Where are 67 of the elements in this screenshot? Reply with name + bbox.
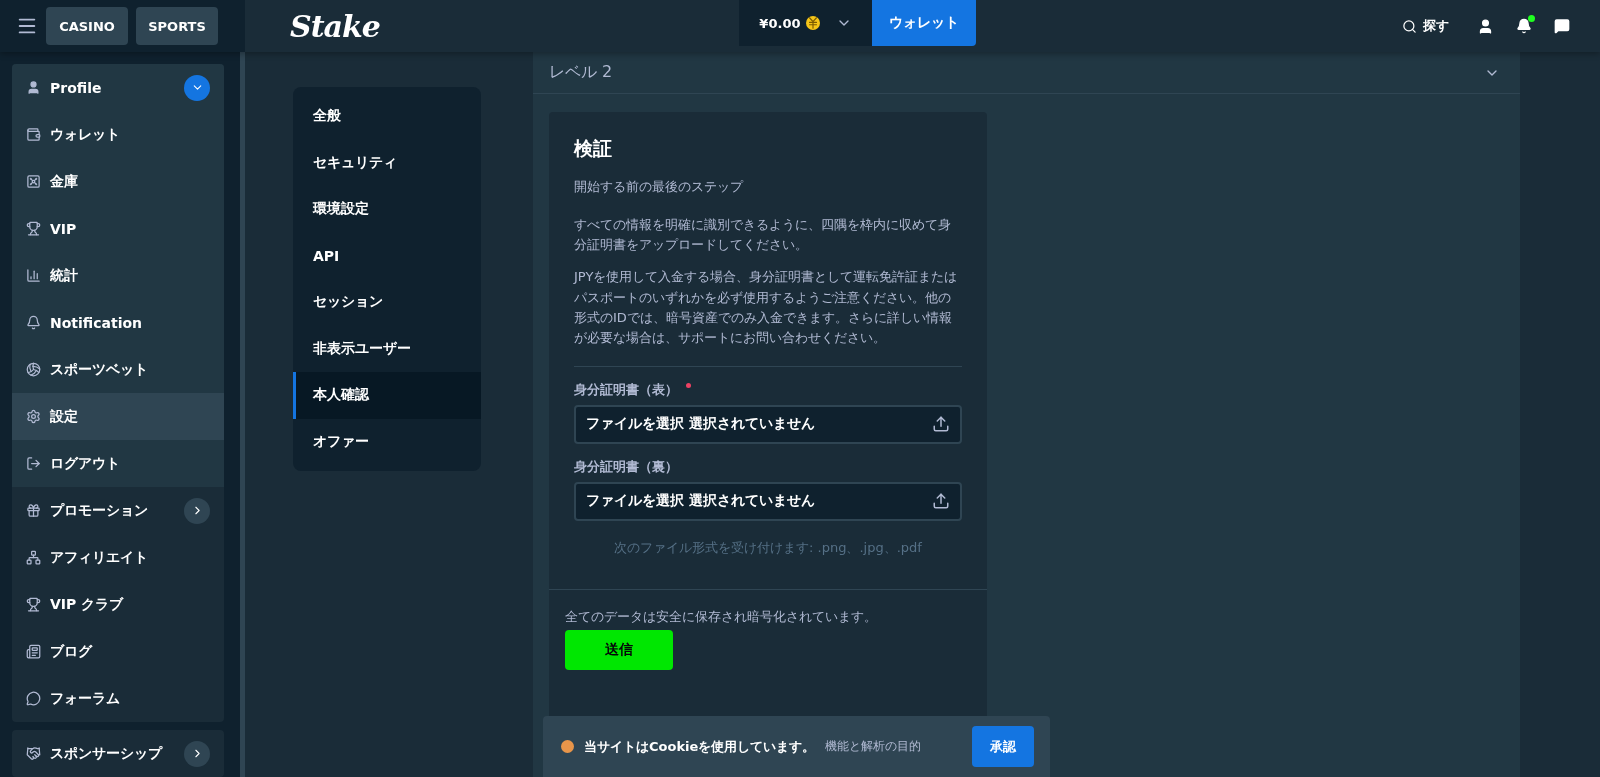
chat-bubble-icon	[26, 691, 41, 706]
wallet-icon	[26, 127, 41, 142]
category-tab[interactable]: CASINO	[46, 7, 128, 45]
settings-nav-item[interactable]: 本人確認	[293, 372, 481, 419]
cookie-icon	[561, 740, 574, 753]
sidebar-item[interactable]: ブログ	[12, 628, 224, 675]
trophy-icon	[26, 221, 41, 236]
accept-button[interactable]: 承認	[972, 726, 1034, 767]
settings-icon	[26, 409, 41, 424]
bar-chart-icon	[26, 268, 41, 283]
yen-coin-icon	[806, 16, 821, 30]
newspaper-icon	[26, 644, 41, 659]
gift-icon	[26, 503, 41, 518]
settings-nav-item[interactable]: 非表示ユーザー	[293, 325, 481, 372]
submit-button[interactable]: 送信	[565, 630, 673, 670]
sidebar-item[interactable]: ログアウト	[12, 440, 224, 487]
sidebar-item[interactable]: スポンサーシップ	[12, 730, 224, 777]
upload-icon	[932, 415, 950, 434]
sidebar-item[interactable]: VIP	[12, 205, 224, 252]
sidebar-item[interactable]: アフィリエイト	[12, 534, 224, 581]
settings-nav-item[interactable]: 環境設定	[293, 186, 481, 233]
search-button[interactable]: 探す	[1396, 16, 1455, 36]
sidebar-item[interactable]: 設定	[12, 393, 224, 440]
sidebar-item[interactable]: フォーラム	[12, 675, 224, 722]
settings-nav-item[interactable]: セッション	[293, 279, 481, 326]
sidebar-item[interactable]: Notification	[12, 299, 224, 346]
sidebar-item[interactable]: VIP クラブ	[12, 581, 224, 628]
card-title: 検証	[574, 136, 613, 161]
sidebar-item[interactable]: ウォレット	[12, 111, 224, 158]
logo[interactable]: Stake	[290, 8, 380, 44]
search-icon	[1402, 18, 1417, 34]
subtitle: 開始する前の最後のステップ	[574, 178, 745, 196]
settings-nav-item[interactable]: セキュリティ	[293, 139, 481, 186]
field-label: 身分証明書（裏）	[574, 458, 678, 476]
chat-icon[interactable]	[1554, 18, 1570, 34]
settings-nav-item[interactable]: API	[293, 232, 481, 279]
security-note: 全てのデータは安全に保存され暗号化されています。	[565, 608, 878, 626]
cookie-message: 当サイトはCookieを使用しています。	[584, 737, 816, 756]
sidebar-item[interactable]: 統計	[12, 252, 224, 299]
bell-icon	[26, 315, 41, 330]
wallet-button[interactable]: ウォレット	[872, 0, 977, 46]
handshake-icon	[26, 746, 41, 761]
cookie-detail: 機能と解析の目的	[825, 738, 923, 755]
trophy-icon	[26, 597, 41, 612]
field-label: 身分証明書（表）	[574, 381, 678, 399]
file-input[interactable]: ファイルを選択 選択されていません	[574, 482, 962, 521]
format-note: 次のファイル形式を受け付けます: .png、.jpg、.pdf	[613, 539, 923, 557]
category-tab[interactable]: SPORTS	[136, 7, 218, 45]
user-icon	[26, 80, 41, 95]
ball-icon	[26, 362, 41, 377]
balance-dropdown[interactable]: ¥0.00	[739, 0, 873, 46]
upload-icon	[932, 492, 950, 511]
profile-item[interactable]: Profile	[12, 64, 224, 111]
chevron-button[interactable]	[184, 74, 210, 101]
user-icon[interactable]	[1477, 17, 1494, 35]
settings-nav-item[interactable]: 全般	[293, 93, 481, 140]
network-icon	[26, 550, 41, 565]
sidebar-item[interactable]: スポーツベット	[12, 346, 224, 393]
bell-icon[interactable]	[1516, 18, 1532, 34]
safe-icon	[26, 174, 41, 189]
logout-icon	[26, 456, 41, 471]
instruction-text: JPYを使用して入金する場合、身分証明書として運転免許証またはパスポートのいずれかを必ず使用するようご注意ください。他の形式のIDでは、暗号資産でのみ入金できます。さらに詳しい情報が必要な場合は、サポートにお問い合わせください。	[574, 268, 959, 347]
sidebar-item[interactable]: プロモーション	[12, 487, 224, 534]
settings-nav-item[interactable]: オファー	[293, 418, 481, 465]
instruction-text: すべての情報を明確に識別できるように、四隅を枠内に収めて身分証明書をアップロードしてください。	[574, 216, 952, 255]
sidebar-item[interactable]: 金庫	[12, 158, 224, 205]
file-input[interactable]: ファイルを選択 選択されていません	[574, 405, 962, 444]
